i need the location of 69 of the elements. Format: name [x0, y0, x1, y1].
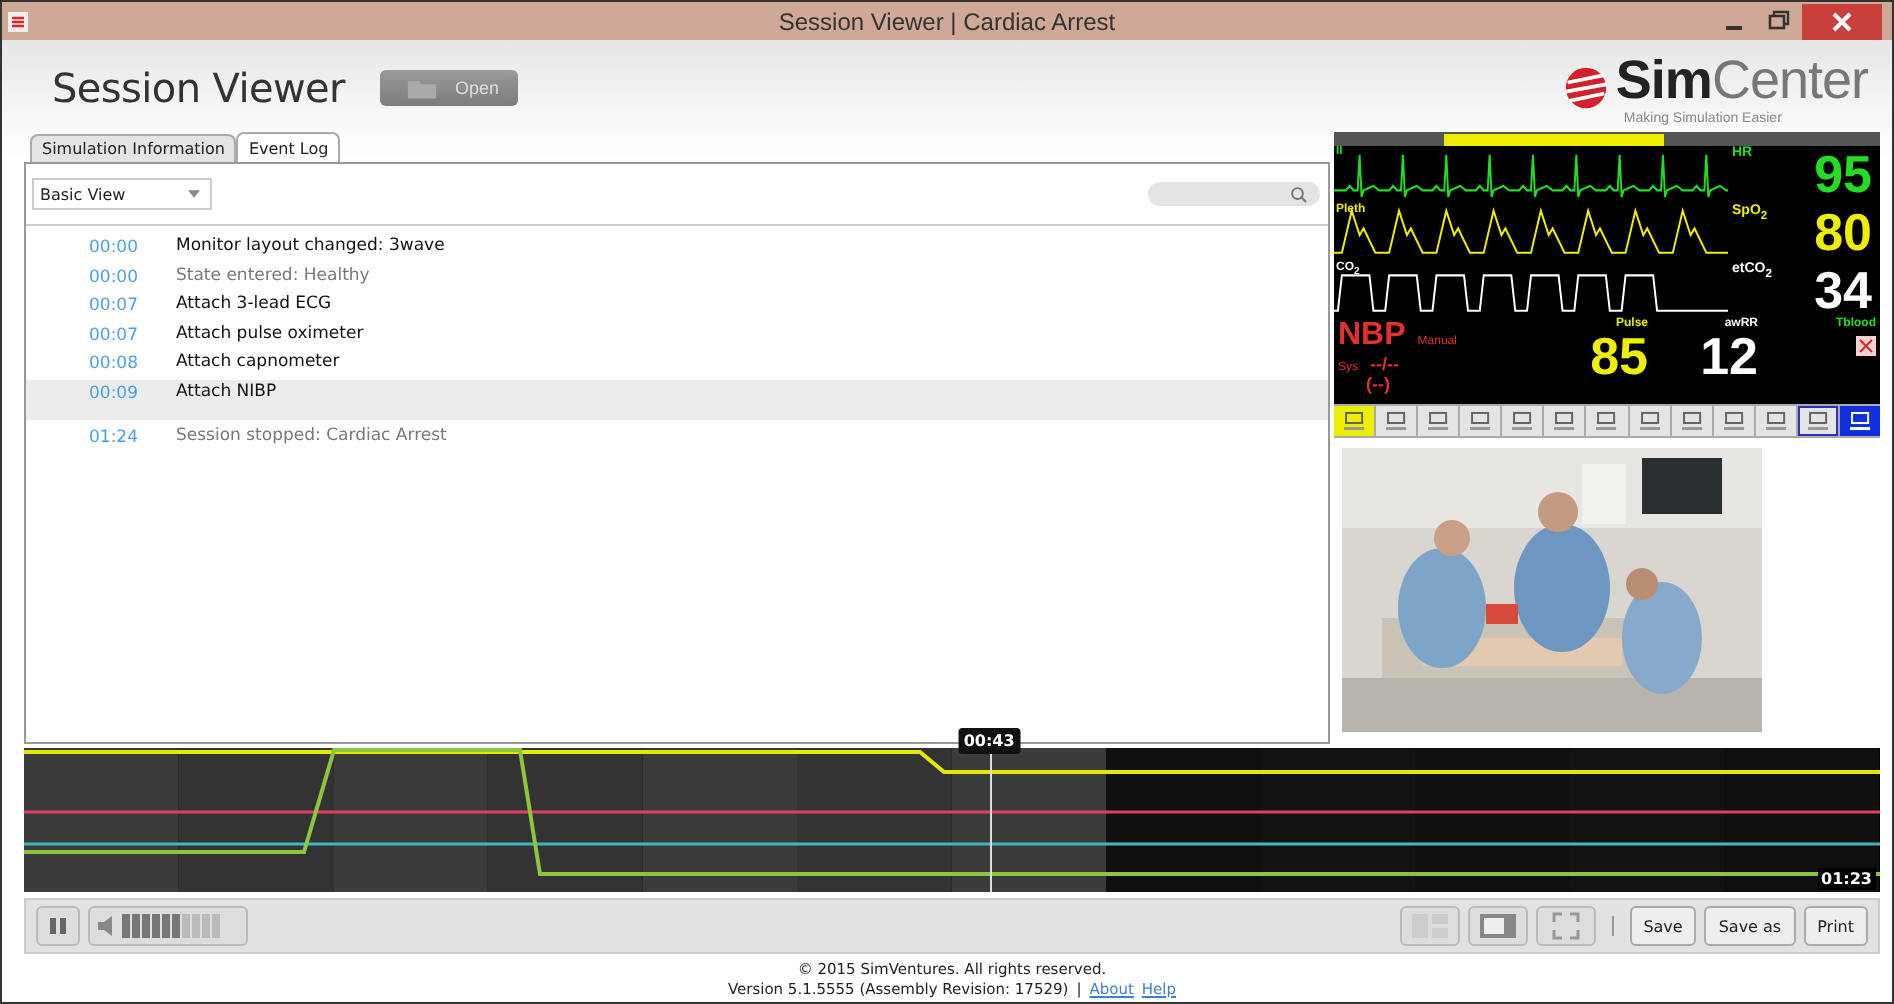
pulse-value: 85	[1590, 330, 1648, 383]
timeline-track[interactable]: 01:23	[24, 748, 1880, 892]
app-title: Session Viewer	[52, 64, 345, 112]
action-button[interactable]: Save as	[1704, 906, 1796, 946]
event-text: State entered: Healthy	[176, 263, 370, 285]
event-row[interactable]: 00:00 State entered: Healthy	[26, 263, 1328, 292]
playhead-time: 00:43	[957, 728, 1021, 754]
monitor-toolbar-icon[interactable]	[1460, 406, 1501, 437]
event-text: Attach 3-lead ECG	[176, 292, 332, 314]
inset-layout-icon	[1477, 912, 1518, 940]
event-text: Attach NIBP	[176, 379, 277, 401]
nbp-reading: --/--	[1370, 354, 1400, 375]
monitor-toolbar-icon[interactable]	[1755, 406, 1796, 437]
monitor-toolbar-icon[interactable]	[1629, 406, 1670, 437]
action-button[interactable]: Save	[1629, 906, 1697, 946]
app-icon	[8, 11, 28, 31]
event-text: Attach capnometer	[176, 350, 340, 372]
monitor-toolbar-icon[interactable]	[1376, 406, 1417, 437]
nbp-mean: (--)	[1366, 374, 1392, 395]
layout-pip-button[interactable]	[1467, 906, 1528, 946]
event-text: Attach pulse oximeter	[176, 321, 364, 343]
action-button[interactable]: Print	[1803, 906, 1868, 946]
pause-icon	[48, 916, 68, 936]
event-time: 00:00	[87, 236, 138, 258]
event-time: 01:24	[87, 425, 138, 447]
logo-text: SimCenter	[1615, 50, 1868, 111]
tab[interactable]: Simulation Information	[30, 134, 237, 162]
window-title: Session Viewer | Cardiac Arrest	[778, 7, 1116, 35]
caret-icon	[188, 190, 200, 198]
event-row[interactable]: 01:24 Session stopped: Cardiac Arrest	[26, 423, 1328, 452]
event-text: Monitor layout changed: 3wave	[176, 234, 445, 256]
sensor-off-icon	[1856, 336, 1876, 357]
speaker-icon	[96, 916, 116, 936]
volume-slider[interactable]	[88, 906, 248, 946]
event-row[interactable]: 00:08 Attach capnometer	[26, 350, 1328, 379]
event-text: Session stopped: Cardiac Arrest	[176, 423, 447, 445]
view-dropdown[interactable]: Basic View	[32, 178, 212, 210]
monitor-toolbar-icon[interactable]	[1418, 406, 1459, 437]
event-time: 00:08	[87, 352, 138, 374]
monitor-toolbar-icon[interactable]	[1544, 406, 1585, 437]
end-time: 01:23	[1817, 868, 1876, 890]
event-row[interactable]: 00:07 Attach pulse oximeter	[26, 321, 1328, 350]
monitor-toolbar-icon[interactable]	[1713, 406, 1754, 437]
search-field[interactable]	[1148, 182, 1320, 206]
monitor-toolbar-icon[interactable]	[1671, 406, 1712, 437]
nbp-label: NBP	[1338, 318, 1406, 355]
event-time: 00:07	[87, 294, 138, 316]
search-icon	[1290, 185, 1308, 203]
monitor-toolbar-icon[interactable]	[1334, 406, 1375, 437]
tab[interactable]: Event Log	[236, 132, 341, 162]
pause-button[interactable]	[36, 906, 80, 946]
event-row[interactable]: 00:09 Attach NIBP	[26, 379, 1328, 419]
event-row[interactable]: 00:07 Attach 3-lead ECG	[26, 292, 1328, 321]
monitor-toolbar-icon[interactable]	[1586, 406, 1628, 437]
event-time: 00:07	[87, 323, 138, 345]
awrr-value: 12	[1700, 330, 1758, 383]
param-value: 95	[1814, 148, 1872, 201]
folder-icon	[406, 77, 439, 99]
monitor-toolbar-icon[interactable]	[1797, 406, 1838, 437]
param-value: 80	[1814, 206, 1872, 259]
param-value: 34	[1814, 263, 1872, 316]
logo-icon	[1563, 66, 1608, 110]
event-row[interactable]: 00:00 Monitor layout changed: 3wave	[26, 234, 1328, 263]
event-time: 00:09	[87, 381, 138, 403]
monitor-toolbar-icon[interactable]	[1502, 406, 1543, 437]
close-icon[interactable]	[1802, 3, 1882, 39]
fullscreen-icon	[1551, 912, 1580, 940]
monitor-toolbar-icon[interactable]	[1839, 406, 1881, 437]
event-time: 00:00	[87, 265, 138, 287]
